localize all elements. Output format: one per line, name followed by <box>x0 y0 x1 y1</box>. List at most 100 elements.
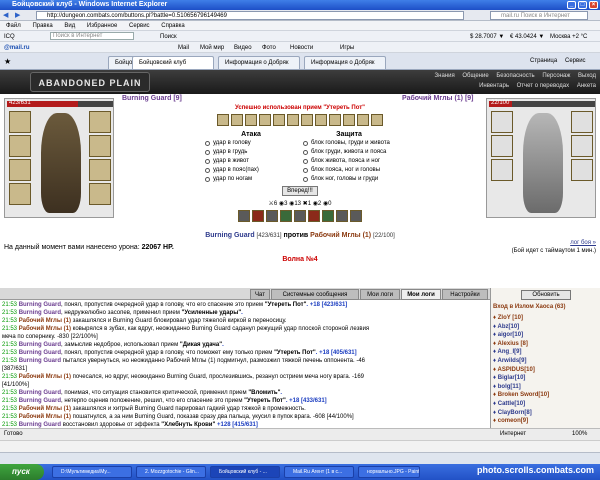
news-button[interactable]: Новости <box>290 43 313 53</box>
tab-club-active[interactable]: Бойцовский клуб <box>132 56 214 69</box>
log-actor[interactable]: Burning Guard <box>19 302 61 308</box>
video-button[interactable]: Видео <box>234 43 252 53</box>
nav-knowledge[interactable]: Знания <box>435 73 455 79</box>
log-actor[interactable]: Burning Guard <box>19 350 61 356</box>
tab-my-logs-1[interactable]: Мои логи <box>360 289 400 300</box>
tab-chat[interactable]: Чат <box>250 289 270 300</box>
battle-log-link[interactable]: лог боя » <box>570 240 596 246</box>
skill-icon[interactable] <box>343 114 355 126</box>
player-list-name[interactable]: ZloY [10] <box>498 315 523 321</box>
menu-file[interactable]: Файл <box>6 23 21 29</box>
shield-slot[interactable] <box>89 159 111 181</box>
helmet-slot[interactable] <box>9 111 31 133</box>
radio-icon[interactable] <box>205 150 210 155</box>
nav-profile[interactable]: Анкета <box>577 83 596 89</box>
attack-option[interactable]: удар по ногам <box>205 175 297 184</box>
defense-option[interactable]: блок живота, пояса и ног <box>303 157 395 166</box>
radio-icon[interactable] <box>205 159 210 164</box>
radio-icon[interactable] <box>303 177 308 182</box>
menu-favorites[interactable]: Избранное <box>87 23 117 29</box>
player-list-item[interactable]: ♦ Abz[10] <box>493 323 599 332</box>
radio-icon[interactable] <box>303 141 308 146</box>
player-list-name[interactable]: Ang_I[9] <box>498 349 522 355</box>
log-actor[interactable]: Burning Guard <box>19 342 61 348</box>
log-actor[interactable]: Burning Guard <box>19 358 61 364</box>
player-list-name[interactable]: aigor[10] <box>498 332 523 338</box>
radio-icon[interactable] <box>303 168 308 173</box>
amulet-slot[interactable] <box>9 135 31 157</box>
mymail-button[interactable]: Мой мир <box>200 43 224 53</box>
zoom-level[interactable]: 100% <box>572 429 587 440</box>
toolbar-search-input[interactable]: Поиск в Интернет <box>50 32 134 40</box>
effect-icon[interactable] <box>294 210 306 222</box>
tab-info-2[interactable]: Информация о Добряк <box>304 56 386 69</box>
effect-icon[interactable] <box>350 210 362 222</box>
radio-icon[interactable] <box>205 177 210 182</box>
player-list-item[interactable]: ♦ comeon[9] <box>493 417 599 426</box>
player-list-name[interactable]: ASPIDUS[10] <box>498 367 535 373</box>
browser-search-input[interactable]: mail.ru Поиск в Интернет <box>490 11 588 20</box>
skill-icon[interactable] <box>231 114 243 126</box>
player-list-item[interactable]: ♦ Broken Sword[10] <box>493 391 599 400</box>
effect-icon[interactable] <box>252 210 264 222</box>
forward-icon[interactable]: ▶ <box>15 11 20 19</box>
nav-character[interactable]: Персонаж <box>542 73 570 79</box>
player-list-name[interactable]: Alexius [8] <box>498 341 528 347</box>
effect-icon[interactable] <box>322 210 334 222</box>
attack-option[interactable]: удар в грудь <box>205 148 297 157</box>
taskbar-item[interactable]: 2. Mozzgotochie - Glin... <box>136 466 206 478</box>
menu-edit[interactable]: Правка <box>32 23 52 29</box>
page-menu[interactable]: Страница <box>530 58 557 64</box>
skill-icon[interactable] <box>245 114 257 126</box>
radio-icon[interactable] <box>303 150 308 155</box>
player-list-item[interactable]: ♦ Alexius [8] <box>493 340 599 349</box>
url-input[interactable]: http://dungeon.combats.com/buttons.pl?ba… <box>36 11 464 20</box>
tab-my-logs-2[interactable]: Мои логи <box>401 289 441 300</box>
effect-icon[interactable] <box>266 210 278 222</box>
player-list-item[interactable]: ♦ ZloY [10] <box>493 314 599 323</box>
player-list-name[interactable]: Biglar[10] <box>498 375 526 381</box>
start-button[interactable]: пуск <box>0 464 44 480</box>
log-actor[interactable]: Burning Guard <box>19 390 61 396</box>
menu-tools[interactable]: Сервис <box>129 23 150 29</box>
attack-option[interactable]: удар в живот <box>205 157 297 166</box>
defense-option[interactable]: блок пояса, ног и головы <box>303 166 395 175</box>
radio-icon[interactable] <box>205 168 210 173</box>
mail-button[interactable]: Mail <box>178 43 189 53</box>
player-list-name[interactable]: comeon[9] <box>498 418 528 424</box>
player-name[interactable]: Burning Guard [9] <box>122 94 182 104</box>
vs-enemy[interactable]: Рабочий Мглы (1) <box>310 232 371 239</box>
games-button[interactable]: Игры <box>340 43 354 53</box>
photo-button[interactable]: Фото <box>262 43 276 53</box>
player-list-item[interactable]: ♦ Biglar[10] <box>493 374 599 383</box>
skill-icon[interactable] <box>287 114 299 126</box>
refresh-button[interactable]: Обновить <box>521 290 571 300</box>
attack-option[interactable]: удар в пояс(пах) <box>205 166 297 175</box>
taskbar-item[interactable]: нормально.JPG - Paint <box>358 466 420 478</box>
earring-slot[interactable] <box>89 111 111 133</box>
taskbar-item[interactable]: Бойцовский клуб - ... <box>210 466 280 478</box>
maximize-button[interactable]: □ <box>578 1 587 9</box>
minimize-button[interactable]: _ <box>567 1 576 9</box>
taskbar-item[interactable]: Mail.Ru Агент (1 в с... <box>284 466 354 478</box>
attack-option[interactable]: удар в голову <box>205 139 297 148</box>
menu-view[interactable]: Вид <box>64 23 75 29</box>
skill-icon[interactable] <box>301 114 313 126</box>
radio-icon[interactable] <box>303 159 308 164</box>
log-actor[interactable]: Рабочий Мглы (1) <box>19 406 71 412</box>
player-list-item[interactable]: ♦ ClayBorn[8] <box>493 409 599 418</box>
back-icon[interactable]: ◀ <box>3 11 8 19</box>
nav-inventory[interactable]: Инвентарь <box>479 83 509 89</box>
effect-icon[interactable] <box>238 210 250 222</box>
toolbar-search-button[interactable]: Поиск <box>160 32 177 42</box>
player-list-item[interactable]: ♦ Arwilds[9] <box>493 357 599 366</box>
player-list-name[interactable]: Broken Sword[10] <box>498 392 549 398</box>
nav-security[interactable]: Безопасность <box>496 73 534 79</box>
nav-transfers[interactable]: Отчет о переводах <box>517 83 570 89</box>
player-list-name[interactable]: Abz[10] <box>498 324 520 330</box>
tab-info-1[interactable]: Информация о Добряк <box>218 56 300 69</box>
icq-button[interactable]: ICQ <box>4 32 15 42</box>
effect-icon[interactable] <box>336 210 348 222</box>
weapon-slot[interactable] <box>9 159 31 181</box>
defense-option[interactable]: блок ног, головы и груди <box>303 175 395 184</box>
